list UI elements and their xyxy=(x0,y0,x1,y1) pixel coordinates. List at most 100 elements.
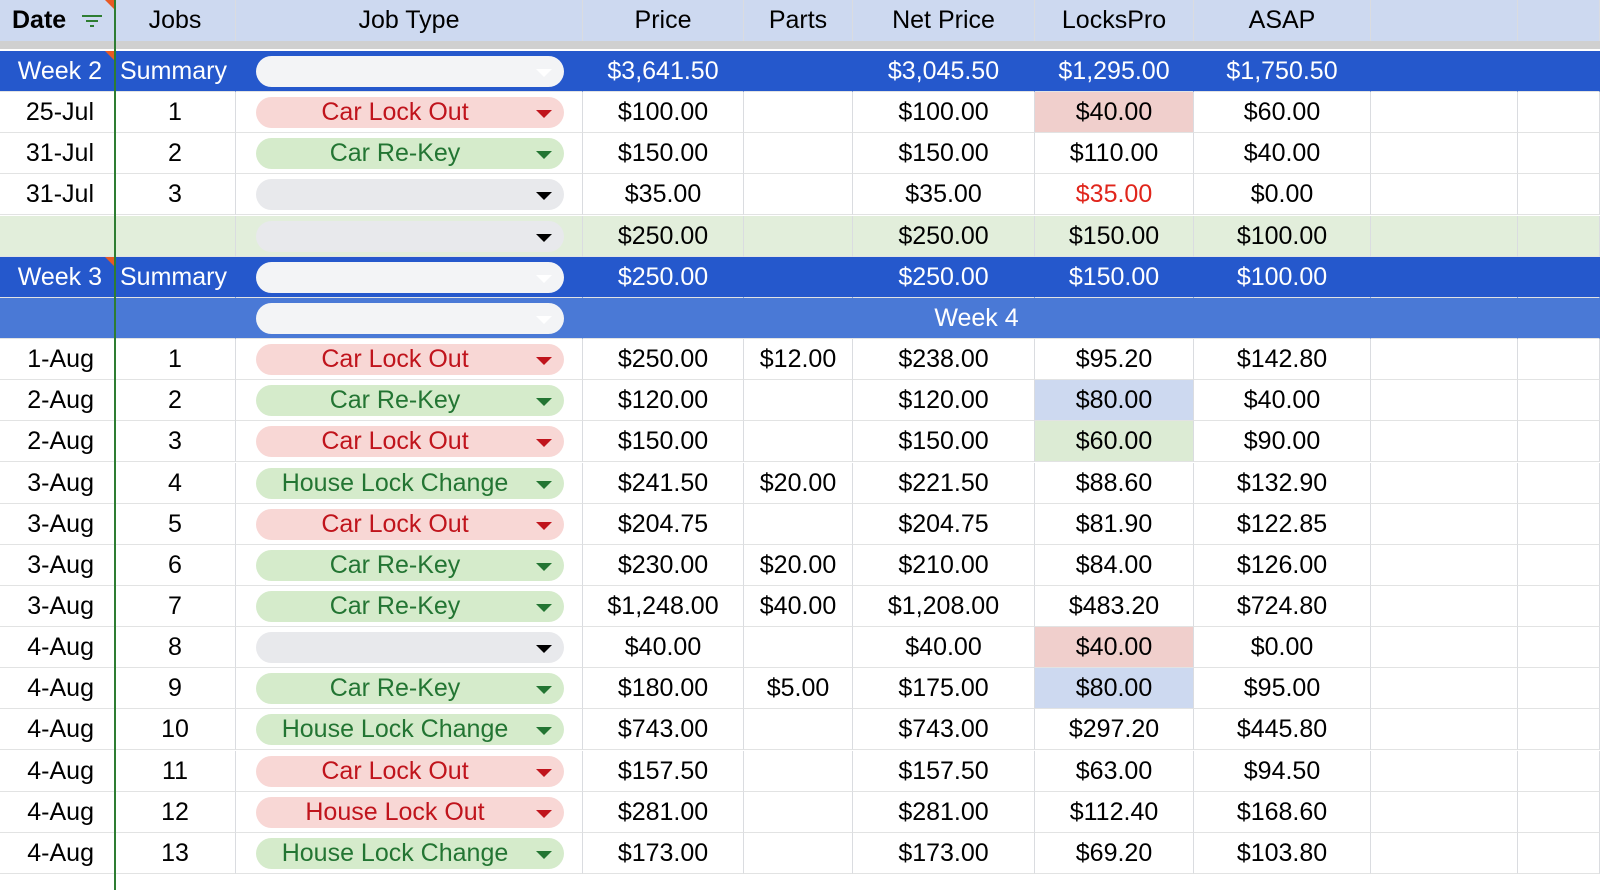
empty-cell[interactable] xyxy=(1518,462,1600,504)
asap-cell[interactable]: $90.00 xyxy=(1194,421,1371,463)
date-cell[interactable]: 3-Aug xyxy=(0,503,115,545)
job-type-cell[interactable] xyxy=(236,627,583,669)
lockspro-cell[interactable]: $40.00 xyxy=(1035,92,1194,134)
job-type-dropdown[interactable]: Car Re-Key xyxy=(256,385,564,417)
jobs-cell[interactable]: 10 xyxy=(115,709,236,751)
net-cell[interactable]: $204.75 xyxy=(853,503,1035,545)
job-type-dropdown[interactable] xyxy=(256,302,564,334)
job-type-cell[interactable] xyxy=(236,215,583,257)
lockspro-cell[interactable]: $84.00 xyxy=(1035,544,1194,586)
date-cell[interactable]: Week 3 xyxy=(0,256,115,298)
price-cell[interactable]: $120.00 xyxy=(583,380,744,422)
price-cell[interactable]: $40.00 xyxy=(583,627,744,669)
parts-cell[interactable] xyxy=(744,380,853,422)
job-type-dropdown[interactable]: House Lock Change xyxy=(256,837,564,869)
asap-cell[interactable]: $100.00 xyxy=(1194,215,1371,257)
job-type-cell[interactable]: Car Re-Key xyxy=(236,668,583,710)
lockspro-cell[interactable]: $88.60 xyxy=(1035,462,1194,504)
job-type-dropdown[interactable]: Car Lock Out xyxy=(256,755,564,787)
price-cell[interactable]: $150.00 xyxy=(583,421,744,463)
job-type-dropdown[interactable]: Car Lock Out xyxy=(256,97,564,129)
price-cell[interactable]: $230.00 xyxy=(583,544,744,586)
job-type-dropdown[interactable] xyxy=(256,632,564,664)
job-type-dropdown[interactable] xyxy=(256,56,564,87)
empty-cell[interactable] xyxy=(1518,297,1600,339)
empty-cell[interactable] xyxy=(1371,709,1518,751)
lockspro-cell[interactable]: $150.00 xyxy=(1035,215,1194,257)
jobs-cell[interactable]: 8 xyxy=(115,627,236,669)
date-cell[interactable] xyxy=(0,215,115,257)
jobs-cell[interactable]: Summary xyxy=(115,256,236,298)
asap-cell[interactable]: $0.00 xyxy=(1194,627,1371,669)
price-cell[interactable]: $1,248.00 xyxy=(583,585,744,627)
net-cell[interactable]: $175.00 xyxy=(853,668,1035,710)
asap-cell[interactable]: $1,750.50 xyxy=(1194,51,1371,92)
empty-cell[interactable] xyxy=(1371,339,1518,381)
empty-cell[interactable] xyxy=(1371,421,1518,463)
parts-cell[interactable] xyxy=(744,92,853,134)
parts-cell[interactable]: $40.00 xyxy=(744,585,853,627)
dropdown-arrow-icon[interactable] xyxy=(536,850,552,859)
lockspro-cell[interactable]: $112.40 xyxy=(1035,791,1194,833)
asap-cell[interactable]: $0.00 xyxy=(1194,174,1371,216)
empty-cell[interactable] xyxy=(1518,709,1600,751)
price-cell[interactable]: $100.00 xyxy=(583,92,744,134)
lockspro-cell[interactable]: $80.00 xyxy=(1035,380,1194,422)
job-type-dropdown[interactable] xyxy=(256,179,564,211)
empty-cell[interactable] xyxy=(1371,791,1518,833)
dropdown-arrow-icon[interactable] xyxy=(536,151,552,160)
net-cell[interactable]: $173.00 xyxy=(853,832,1035,874)
dropdown-arrow-icon[interactable] xyxy=(536,233,552,242)
parts-cell[interactable] xyxy=(744,256,853,298)
price-cell[interactable]: $743.00 xyxy=(583,709,744,751)
lockspro-cell[interactable]: $35.00 xyxy=(1035,174,1194,216)
date-cell[interactable]: 4-Aug xyxy=(0,668,115,710)
header-lockspro[interactable]: LocksPro xyxy=(1035,0,1194,41)
asap-cell[interactable]: $132.90 xyxy=(1194,462,1371,504)
job-type-cell[interactable] xyxy=(236,51,583,92)
empty-cell[interactable] xyxy=(1518,174,1600,216)
job-type-cell[interactable]: Car Lock Out xyxy=(236,750,583,792)
jobs-cell[interactable]: 12 xyxy=(115,791,236,833)
lockspro-cell[interactable]: $63.00 xyxy=(1035,750,1194,792)
job-type-dropdown[interactable]: Car Lock Out xyxy=(256,508,564,540)
dropdown-arrow-icon[interactable] xyxy=(536,809,552,818)
date-cell[interactable]: 25-Jul xyxy=(0,92,115,134)
job-type-cell[interactable] xyxy=(236,297,583,339)
frozen-column-divider[interactable] xyxy=(114,0,116,890)
dropdown-arrow-icon[interactable] xyxy=(536,603,552,612)
header-date[interactable]: Date xyxy=(0,0,115,41)
date-cell[interactable]: 4-Aug xyxy=(0,750,115,792)
net-cell[interactable]: $743.00 xyxy=(853,709,1035,751)
empty-cell[interactable] xyxy=(1371,92,1518,134)
dropdown-arrow-icon[interactable] xyxy=(536,110,552,119)
filter-icon[interactable] xyxy=(82,13,102,29)
job-type-cell[interactable]: Car Re-Key xyxy=(236,585,583,627)
price-cell[interactable]: $157.50 xyxy=(583,750,744,792)
jobs-cell[interactable]: 13 xyxy=(115,832,236,874)
price-cell[interactable]: $204.75 xyxy=(583,503,744,545)
jobs-cell[interactable]: 11 xyxy=(115,750,236,792)
job-type-cell[interactable] xyxy=(236,256,583,298)
job-type-dropdown[interactable]: Car Re-Key xyxy=(256,138,564,170)
net-cell[interactable]: $210.00 xyxy=(853,544,1035,586)
asap-cell[interactable]: $103.80 xyxy=(1194,832,1371,874)
empty-cell[interactable] xyxy=(1518,380,1600,422)
job-type-dropdown[interactable] xyxy=(256,261,564,293)
date-cell[interactable]: 31-Jul xyxy=(0,133,115,175)
job-type-cell[interactable]: Car Lock Out xyxy=(236,92,583,134)
empty-cell[interactable] xyxy=(1518,421,1600,463)
empty-cell[interactable] xyxy=(1371,832,1518,874)
price-cell[interactable]: $250.00 xyxy=(583,256,744,298)
price-cell[interactable]: $150.00 xyxy=(583,133,744,175)
asap-cell[interactable]: $100.00 xyxy=(1194,256,1371,298)
price-cell[interactable]: $250.00 xyxy=(583,215,744,257)
net-cell[interactable]: $238.00 xyxy=(853,339,1035,381)
empty-cell[interactable] xyxy=(1371,750,1518,792)
dropdown-arrow-icon[interactable] xyxy=(536,562,552,571)
parts-cell[interactable] xyxy=(744,627,853,669)
dropdown-arrow-icon[interactable] xyxy=(536,439,552,448)
net-cell[interactable]: $150.00 xyxy=(853,421,1035,463)
jobs-cell[interactable]: 2 xyxy=(115,133,236,175)
date-cell[interactable]: 1-Aug xyxy=(0,339,115,381)
